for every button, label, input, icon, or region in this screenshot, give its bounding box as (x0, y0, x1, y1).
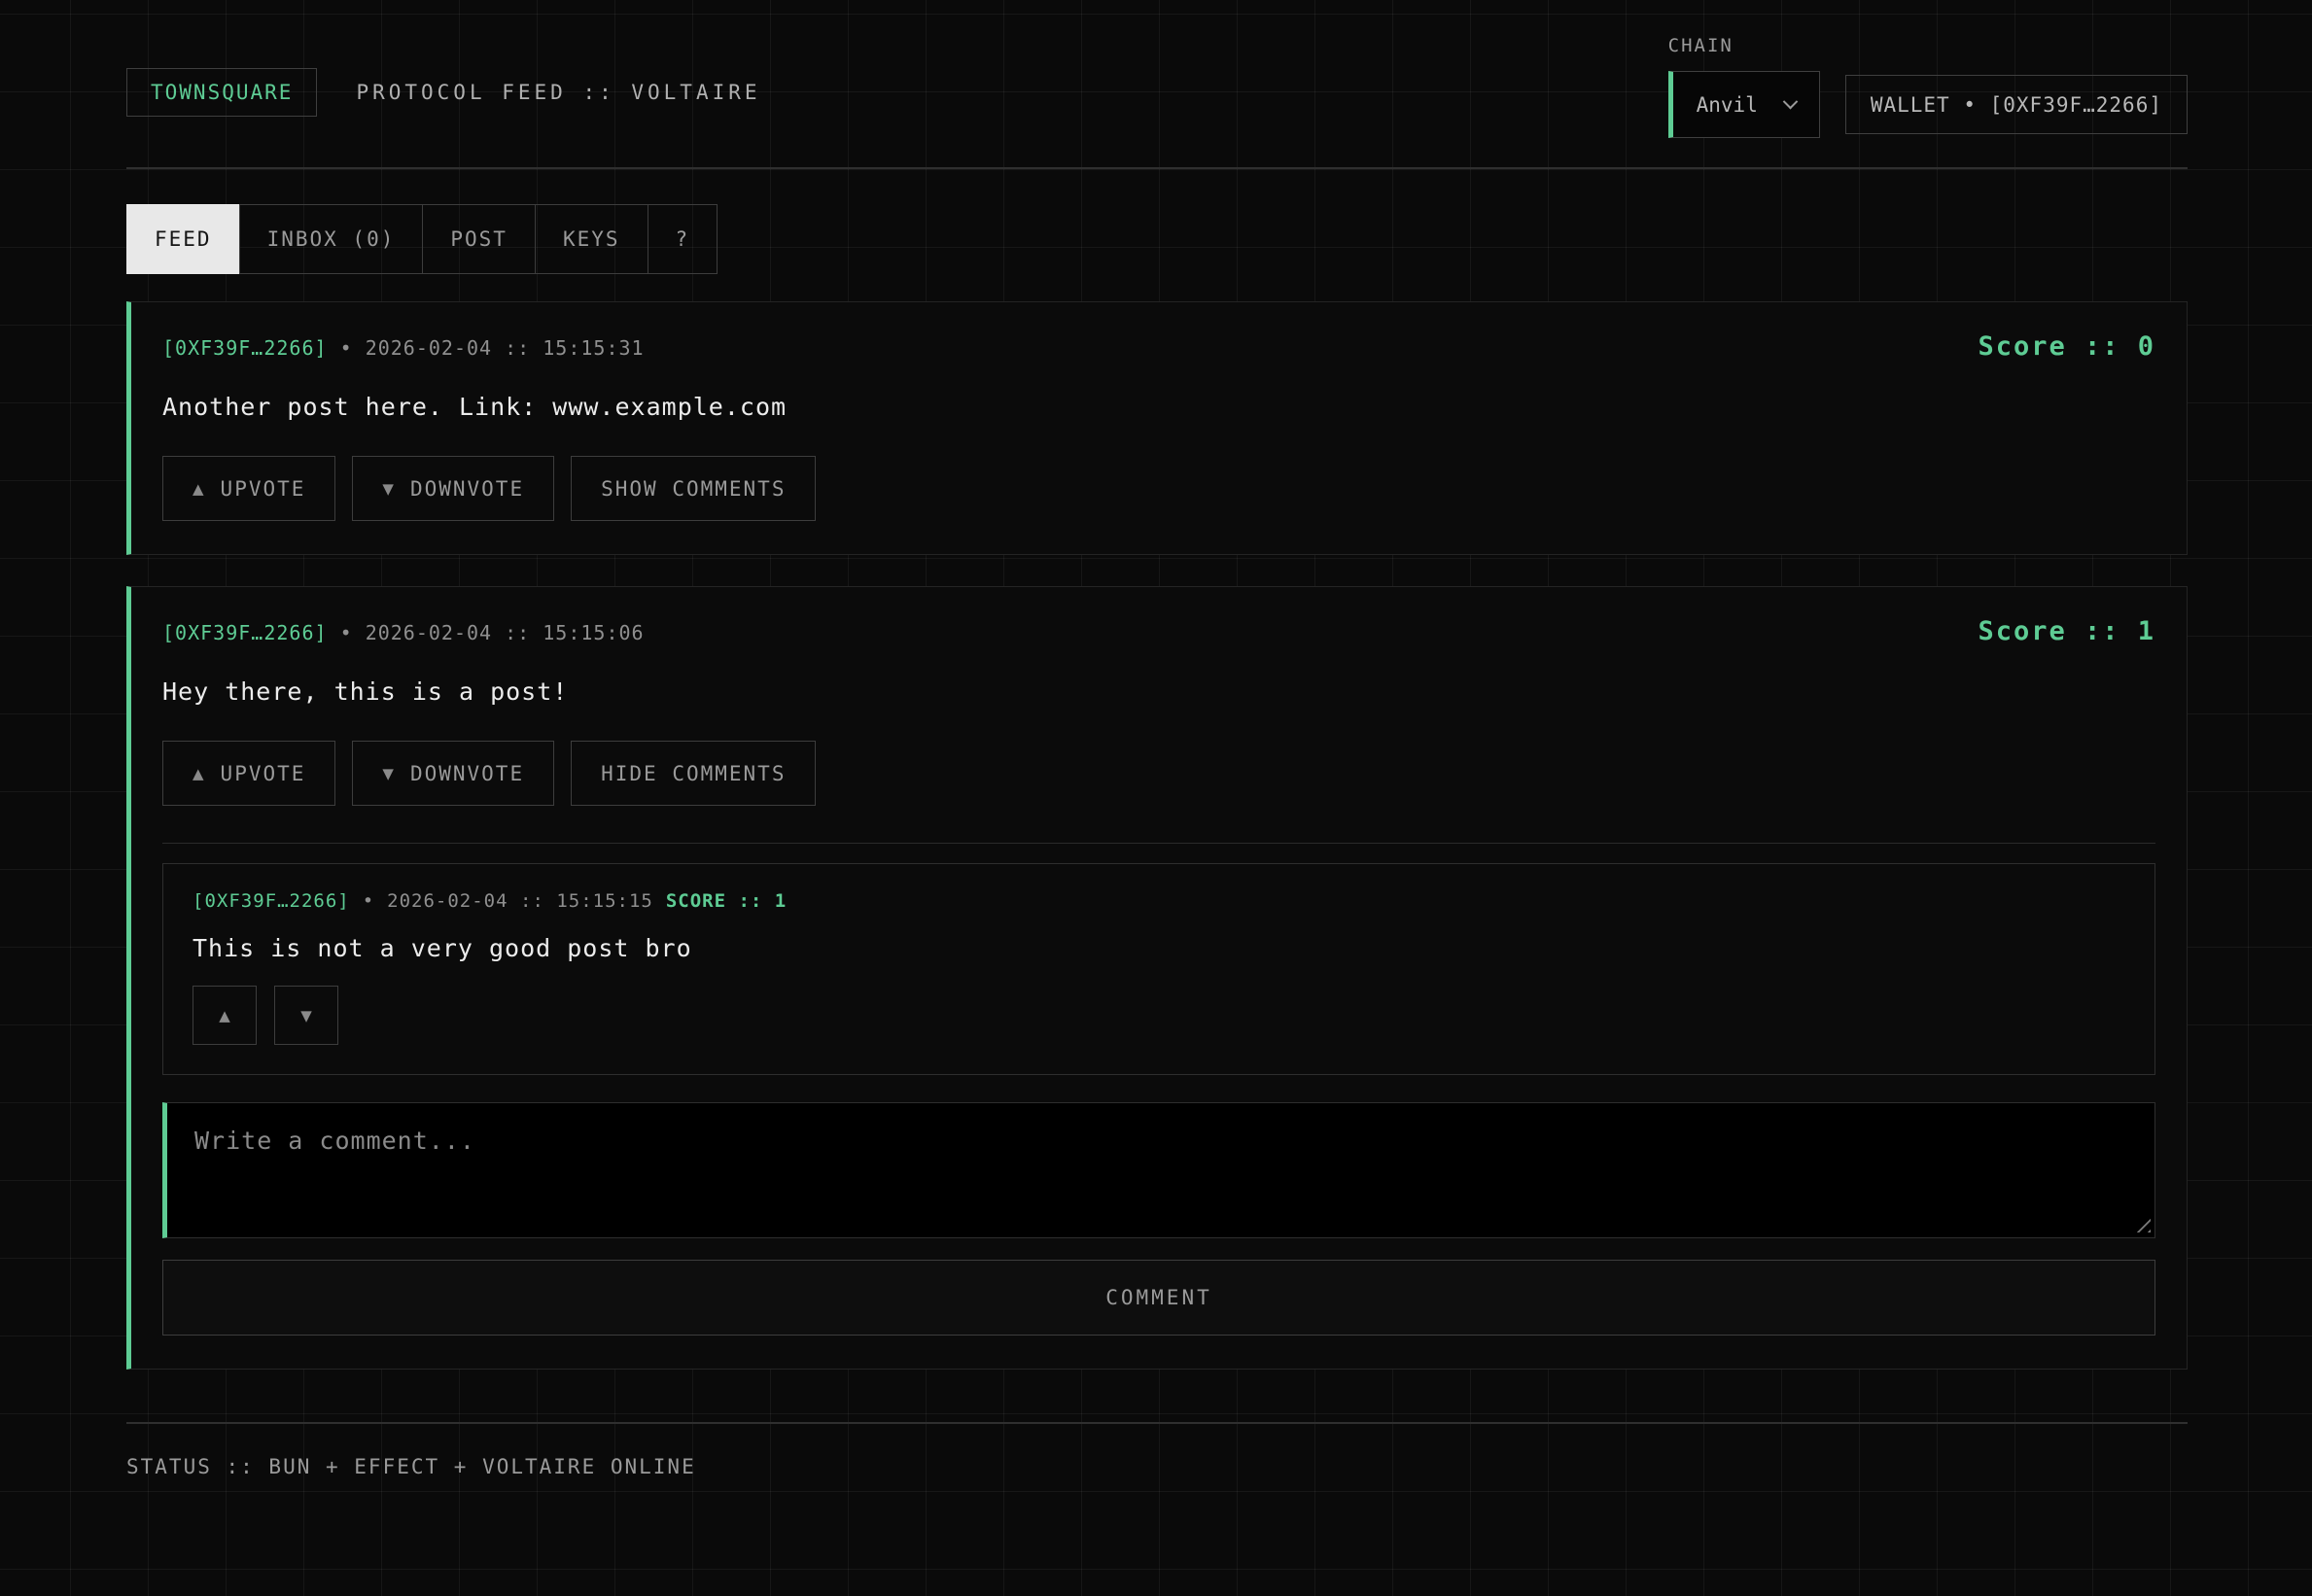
chain-select-value: Anvil (1697, 93, 1758, 117)
page-title: PROTOCOL FEED :: VOLTAIRE (356, 81, 760, 104)
comment-content: This is not a very good post bro (193, 934, 2125, 962)
app-logo-text: TOWNSQUARE (151, 81, 293, 104)
upvote-triangle-icon: ▲ (219, 1007, 230, 1024)
status-text: STATUS :: BUN + EFFECT + VOLTAIRE ONLINE (126, 1455, 696, 1478)
page: TOWNSQUARE PROTOCOL FEED :: VOLTAIRE CHA… (126, 0, 2188, 1478)
tab-post[interactable]: POST (422, 204, 536, 274)
downvote-button[interactable]: ▼ DOWNVOTE (352, 741, 554, 806)
tab-feed[interactable]: FEED (126, 204, 240, 274)
site-header: TOWNSQUARE PROTOCOL FEED :: VOLTAIRE CHA… (126, 35, 2188, 169)
comment-card: [0XF39F…2266] • 2026-02-04 :: 15:15:15 S… (162, 863, 2155, 1075)
toggle-comments-button[interactable]: HIDE COMMENTS (571, 741, 816, 806)
post-timestamp: 2026-02-04 :: 15:15:06 (366, 621, 645, 644)
wallet-address: WALLET • [0XF39F…2266] (1871, 93, 2162, 117)
post-card: [0XF39F…2266] • 2026-02-04 :: 15:15:06 S… (126, 586, 2188, 1370)
tab-bar: FEED INBOX (0) POST KEYS ? (126, 204, 2188, 274)
downvote-triangle-icon: ▼ (382, 480, 396, 498)
comment-timestamp: 2026-02-04 :: 15:15:15 (387, 890, 653, 912)
post-author: [0XF39F…2266] (162, 336, 328, 360)
toggle-comments-button[interactable]: SHOW COMMENTS (571, 456, 816, 521)
downvote-label: DOWNVOTE (410, 477, 524, 501)
upvote-button[interactable]: ▲ UPVOTE (162, 741, 335, 806)
downvote-label: DOWNVOTE (410, 762, 524, 785)
chevron-down-icon (1783, 94, 1799, 110)
downvote-triangle-icon: ▼ (382, 765, 396, 782)
comment-composer (162, 1102, 2155, 1238)
upvote-button[interactable]: ▲ UPVOTE (162, 456, 335, 521)
chain-select[interactable]: Anvil (1668, 71, 1820, 138)
post-score: Score :: 1 (1978, 616, 2155, 646)
comment-upvote-button[interactable]: ▲ (193, 986, 257, 1045)
comment-input[interactable] (162, 1102, 2155, 1238)
post-card: [0XF39F…2266] • 2026-02-04 :: 15:15:31 S… (126, 301, 2188, 555)
comments-section: [0XF39F…2266] • 2026-02-04 :: 15:15:15 S… (162, 843, 2155, 1336)
meta-separator: • (340, 336, 353, 360)
comment-submit-button[interactable]: COMMENT (162, 1260, 2155, 1336)
post-content: Hey there, this is a post! (162, 677, 2155, 706)
status-bar: STATUS :: BUN + EFFECT + VOLTAIRE ONLINE (126, 1422, 2188, 1478)
downvote-triangle-icon: ▼ (300, 1007, 312, 1024)
chain-label: CHAIN (1668, 35, 2188, 56)
downvote-button[interactable]: ▼ DOWNVOTE (352, 456, 554, 521)
tab-inbox[interactable]: INBOX (0) (239, 204, 424, 274)
wallet-button[interactable]: WALLET • [0XF39F…2266] (1845, 75, 2188, 134)
post-author: [0XF39F…2266] (162, 621, 328, 644)
header-right: CHAIN Anvil WALLET • [0XF39F…2266] (1668, 35, 2188, 138)
feed: [0XF39F…2266] • 2026-02-04 :: 15:15:31 S… (126, 301, 2188, 1370)
post-timestamp: 2026-02-04 :: 15:15:31 (366, 336, 645, 360)
upvote-label: UPVOTE (221, 762, 306, 785)
header-left: TOWNSQUARE PROTOCOL FEED :: VOLTAIRE (126, 68, 761, 117)
post-content: Another post here. Link: www.example.com (162, 393, 2155, 421)
post-score: Score :: 0 (1978, 331, 2155, 362)
upvote-triangle-icon: ▲ (193, 480, 206, 498)
upvote-label: UPVOTE (221, 477, 306, 501)
tab-keys[interactable]: KEYS (535, 204, 648, 274)
app-logo: TOWNSQUARE (126, 68, 317, 117)
meta-separator: • (363, 890, 374, 912)
upvote-triangle-icon: ▲ (193, 765, 206, 782)
comment-author: [0XF39F…2266] (193, 890, 350, 912)
comment-score: SCORE :: 1 (666, 890, 787, 912)
comment-downvote-button[interactable]: ▼ (274, 986, 338, 1045)
meta-separator: • (340, 621, 353, 644)
tab-help[interactable]: ? (648, 204, 718, 274)
